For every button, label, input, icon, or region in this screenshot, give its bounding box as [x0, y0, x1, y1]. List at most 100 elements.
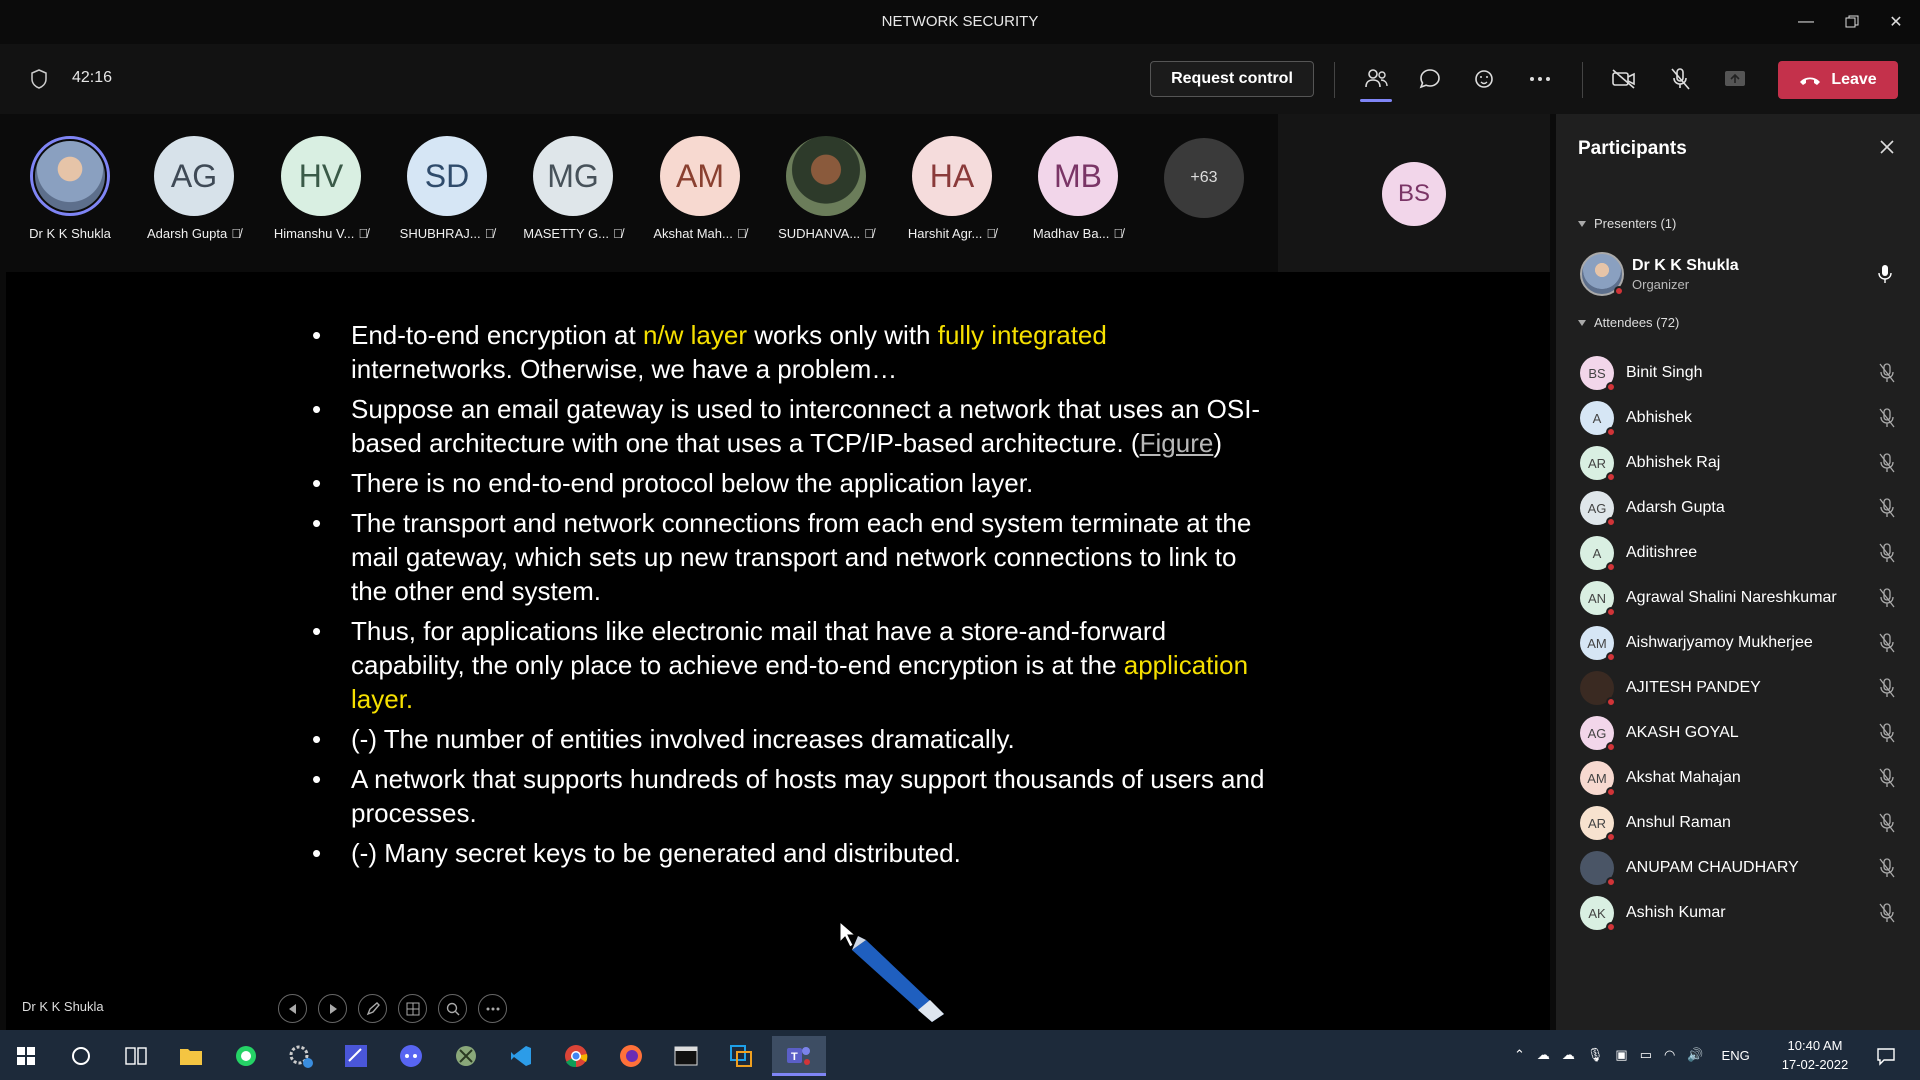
figure-link[interactable]: Figure [1140, 428, 1214, 458]
mic-off-icon [1879, 408, 1895, 428]
attendee-row[interactable]: AR Abhishek Raj [1580, 439, 1910, 487]
attendee-name: ANUPAM CHAUDHARY [1626, 859, 1799, 876]
bullet-text: Thus, for applications like electronic m… [351, 614, 1266, 716]
participant-tile[interactable]: SD SHUBHRAJ... 🎙̸ [392, 136, 502, 241]
attendee-row[interactable]: BS Binit Singh [1580, 349, 1910, 397]
participant-tile[interactable]: HA Harshit Agr... 🎙̸ [897, 136, 1007, 241]
whatsapp-icon[interactable] [222, 1036, 270, 1076]
status-busy-icon [1606, 517, 1616, 527]
attendee-row[interactable]: AM Aishwarjyamoy Mukherjee [1580, 619, 1910, 667]
chevron-down-icon [1578, 319, 1586, 326]
notifications-icon[interactable] [1862, 1036, 1910, 1076]
participant-tile[interactable]: MB Madhav Ba... 🎙̸ [1023, 136, 1133, 241]
wifi-icon[interactable]: ◠ [1664, 1047, 1675, 1063]
volume-icon[interactable]: 🔊 [1687, 1047, 1703, 1063]
search-icon[interactable] [57, 1036, 105, 1076]
pen-icon[interactable] [358, 994, 387, 1023]
status-busy-icon [1606, 742, 1616, 752]
windows-start-icon[interactable] [2, 1036, 50, 1076]
attendee-row[interactable]: AR Anshul Raman [1580, 799, 1910, 847]
participant-tile[interactable]: SUDHANVA... 🎙̸ [771, 136, 881, 241]
restore-icon[interactable] [1832, 8, 1872, 36]
participant-tile[interactable]: HV Himanshu V... 🎙̸ [266, 136, 376, 241]
attendee-row[interactable]: AG Adarsh Gupta [1580, 484, 1910, 532]
settings-app-icon[interactable] [277, 1036, 325, 1076]
teams-icon[interactable]: T [772, 1036, 826, 1076]
more-options-icon[interactable] [478, 994, 507, 1023]
language-indicator[interactable]: ENG [1722, 1048, 1750, 1063]
onedrive-icon[interactable]: ☁ [1537, 1047, 1550, 1063]
attendee-row[interactable]: AM Akshat Mahajan [1580, 754, 1910, 802]
mic-off-icon: 🎙̸ [358, 226, 369, 241]
leave-button[interactable]: Leave [1778, 61, 1898, 99]
attendees-section-toggle[interactable]: Attendees (72) [1578, 315, 1679, 330]
attendee-row[interactable]: AJITESH PANDEY [1580, 664, 1910, 712]
more-options-icon[interactable] [1522, 62, 1558, 96]
bullet-marker: • [312, 764, 322, 794]
terminal-icon[interactable] [662, 1036, 710, 1076]
participant-tile[interactable]: MG MASETTY G... 🎙̸ [518, 136, 628, 241]
attendee-row[interactable]: ANUPAM CHAUDHARY [1580, 844, 1910, 892]
file-explorer-icon[interactable] [167, 1036, 215, 1076]
snip-tool-icon[interactable] [717, 1036, 765, 1076]
bullet-marker: • [312, 724, 322, 754]
presenters-section-toggle[interactable]: Presenters (1) [1578, 216, 1676, 231]
mic-off-icon [1879, 768, 1895, 788]
request-control-button[interactable]: Request control [1150, 61, 1314, 97]
avatar [1580, 671, 1616, 707]
meeting-toolbar: 42:16 Request control Leave [0, 44, 1920, 114]
close-window-icon[interactable]: ✕ [1876, 8, 1916, 36]
task-view-icon[interactable] [112, 1036, 160, 1076]
text-segment: internetworks. Otherwise, we have a prob… [351, 354, 898, 384]
participants-icon[interactable] [1358, 62, 1394, 102]
attendee-row[interactable]: A Abhishek [1580, 394, 1910, 442]
attendee-row[interactable]: AN Agrawal Shalini Nareshkumar [1580, 574, 1910, 622]
participant-tile[interactable]: AM Akshat Mah... 🎙̸ [645, 136, 755, 241]
avatar: AR [1580, 806, 1616, 842]
slide-bullet: • There is no end-to-end protocol below t… [306, 466, 1266, 500]
window-title: NETWORK SECURITY [881, 13, 1039, 30]
share-screen-icon[interactable] [1717, 62, 1753, 96]
math-app-icon[interactable] [332, 1036, 380, 1076]
reactions-icon[interactable] [1467, 62, 1503, 96]
next-slide-icon[interactable] [318, 994, 347, 1023]
chrome-icon[interactable] [552, 1036, 600, 1076]
slide-grid-icon[interactable] [398, 994, 427, 1023]
close-icon[interactable] [1880, 140, 1894, 159]
camera-off-icon[interactable] [1606, 62, 1642, 96]
participant-tile[interactable]: AG Adarsh Gupta 🎙̸ [139, 136, 249, 241]
mic-off-icon [1879, 813, 1895, 833]
zoom-icon[interactable] [438, 994, 467, 1023]
vscode-icon[interactable] [497, 1036, 545, 1076]
attendee-row[interactable]: A Aditishree [1580, 529, 1910, 577]
clock[interactable]: 10:40 AM 17-02-2022 [1780, 1036, 1850, 1074]
mic-off-icon[interactable] [1662, 62, 1698, 96]
chat-icon[interactable] [1412, 62, 1448, 96]
more-participants-button[interactable]: +63 [1149, 138, 1259, 218]
mic-off-icon [1879, 453, 1895, 473]
avatar: MG [533, 136, 613, 216]
microphone-icon[interactable]: 🎙 [1587, 1047, 1604, 1063]
display-icon[interactable]: ▣ [1615, 1047, 1627, 1063]
bullet-text: A network that supports hundreds of host… [351, 762, 1266, 830]
phone-hangup-icon [1800, 77, 1821, 85]
status-busy-icon [1606, 787, 1616, 797]
slide-bullet: • A network that supports hundreds of hos… [306, 762, 1266, 830]
participant-tile[interactable]: Dr K K Shukla [15, 136, 125, 241]
chevron-up-icon[interactable]: ⌃ [1514, 1047, 1525, 1063]
minimize-icon[interactable]: — [1786, 8, 1826, 36]
presenter-row[interactable]: Dr K K Shukla Organizer [1580, 250, 1910, 298]
slide-bullet: • Thus, for applications like electronic … [306, 614, 1266, 716]
battery-icon[interactable]: ▭ [1640, 1047, 1652, 1063]
xbox-icon[interactable] [442, 1036, 490, 1076]
mic-off-icon [1879, 678, 1895, 698]
attendee-row[interactable]: AG AKASH GOYAL [1580, 709, 1910, 757]
slide-bullet: • Suppose an email gateway is used to int… [306, 392, 1266, 460]
discord-icon[interactable] [387, 1036, 435, 1076]
slide-bullet: • End-to-end encryption at n/w layer work… [306, 318, 1266, 386]
attendee-row[interactable]: AK Ashish Kumar [1580, 889, 1910, 937]
avatar-initials: AK [1588, 905, 1606, 921]
cloud-icon[interactable]: ☁ [1562, 1047, 1575, 1063]
previous-slide-icon[interactable] [278, 994, 307, 1023]
firefox-icon[interactable] [607, 1036, 655, 1076]
